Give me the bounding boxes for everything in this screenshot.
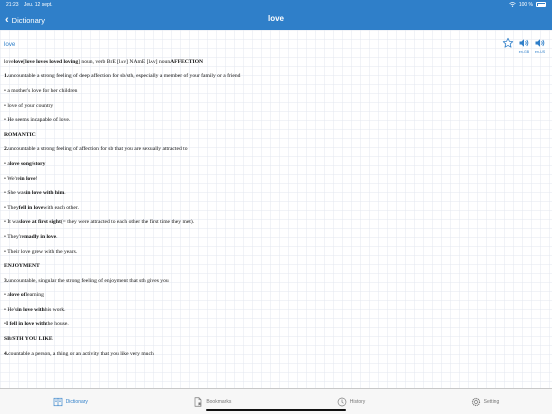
example-bold: love of <box>9 292 26 299</box>
tab-history[interactable]: History <box>337 397 366 407</box>
tab-setting[interactable]: Setting <box>471 397 500 407</box>
example-bold: madly in love <box>24 233 57 240</box>
navigation-bar: ‹ Dictionary love <box>0 9 552 30</box>
tab-dictionary[interactable]: Dictionary <box>53 397 88 407</box>
example-text: • We're <box>4 175 20 182</box>
tab-bookmarks[interactable]: Bookmarks <box>193 396 232 407</box>
example-text: • He seems incapable of love. <box>4 117 71 124</box>
example-text: • They're <box>4 233 25 240</box>
status-bar: 21:23 Jeu. 12 sept. 100 % <box>0 0 552 9</box>
section-heading: ROMANTIC <box>4 128 546 143</box>
status-time: 21:23 <box>6 1 19 8</box>
example: • a love song/story <box>4 157 546 172</box>
status-left: 21:23 Jeu. 12 sept. <box>6 2 57 8</box>
dictionary-entry: love love [love loves loved loving] noun… <box>4 55 546 361</box>
example: • We're in love! <box>4 172 546 187</box>
headword-text: love <box>4 58 14 65</box>
document-bookmark-icon <box>194 396 202 407</box>
example-text: . <box>56 233 58 240</box>
example-bold: love at first sight <box>20 219 61 226</box>
example-text: • a mother's love for her children <box>4 87 78 94</box>
definition-text: countable a person, a thing or an activi… <box>8 350 154 357</box>
example-text: . <box>64 190 66 197</box>
example: • I fell in love with the house. <box>4 318 546 333</box>
word-forms: love loves loved loving <box>25 58 79 65</box>
word-link[interactable]: love <box>4 41 15 48</box>
sense-definition: 2. uncountable a strong feeling of affec… <box>4 143 546 158</box>
tab-history-label: History <box>349 398 366 405</box>
tab-bookmarks-label: Bookmarks <box>206 398 232 405</box>
example-text: (= they were attracted to each other the… <box>60 219 195 226</box>
book-icon <box>53 397 63 406</box>
example: • Their love grew with the years. <box>4 245 546 260</box>
headword-bold: love <box>13 58 24 65</box>
example-text: learning <box>25 292 44 299</box>
example-text: • It was <box>4 219 21 226</box>
gear-icon <box>471 397 480 406</box>
battery-percent: 100 % <box>518 1 533 8</box>
example-bold: in love with <box>17 306 45 313</box>
example: • He's in love with his work. <box>4 303 546 318</box>
star-icon <box>502 37 514 48</box>
status-date: Jeu. 12 sept. <box>23 1 53 8</box>
example-bold: I fell in love with <box>5 321 47 328</box>
speaker-icon <box>535 39 545 47</box>
speak-us-label: en-US <box>534 50 546 54</box>
section-heading-text: SB/STH YOU LIKE <box>4 336 53 343</box>
section-heading-text: ROMANTIC <box>4 131 36 138</box>
example: • She was in love with him. <box>4 186 546 201</box>
section-heading: SB/STH YOU LIKE <box>4 332 546 347</box>
example-text: his work. <box>44 306 66 313</box>
sense-definition: 4. countable a person, a thing or an act… <box>4 347 546 362</box>
speak-us-button[interactable]: en-US <box>534 37 546 54</box>
status-right: 100 % <box>509 2 546 8</box>
example: • They fell in love with each other. <box>4 201 546 216</box>
tab-dictionary-label: Dictionary <box>65 398 88 405</box>
example-text: ! <box>35 175 38 182</box>
example: • It was love at first sight (= they wer… <box>4 216 546 231</box>
example-bold: love song/story <box>9 160 46 167</box>
example: • a love of learning <box>4 289 546 304</box>
example-text: • Their love grew with the years. <box>4 248 78 255</box>
example: • He seems incapable of love. <box>4 113 546 128</box>
section-heading: AFFECTION <box>170 58 204 65</box>
section-heading: ENJOYMENT <box>4 259 546 274</box>
battery-icon <box>536 2 546 7</box>
speak-gb-button[interactable]: en-GB <box>518 37 530 54</box>
example-bold: fell in love <box>18 204 44 211</box>
example-bold: in love with him <box>25 190 65 197</box>
speak-gb-label: en-GB <box>518 50 530 54</box>
example-text: • They <box>4 204 19 211</box>
section-heading-text: ENJOYMENT <box>4 263 40 270</box>
bookmark-star-button[interactable] <box>502 37 514 49</box>
sense-definition: 1. uncountable a strong feeling of deep … <box>4 70 546 85</box>
sense-definition: 3. uncountable, singular the strong feel… <box>4 274 546 289</box>
definition-text: uncountable a strong feeling of deep aff… <box>8 73 241 80</box>
wifi-icon <box>509 2 516 7</box>
example-text: • She was <box>4 190 26 197</box>
example-text: • He's <box>4 306 18 313</box>
example: • a mother's love for her children <box>4 84 546 99</box>
example-text: with each other. <box>43 204 79 211</box>
clock-icon <box>337 397 347 406</box>
word-actions: en-GB en-US <box>502 37 546 54</box>
page-title: love <box>267 14 284 23</box>
pronunciation: ] noun, verb BrE [lʌv] NAmE [lʌv] noun <box>78 58 171 65</box>
definition-text: uncountable a strong feeling of affectio… <box>8 146 188 153</box>
home-indicator[interactable] <box>206 409 346 411</box>
example-bold: in love <box>19 175 36 182</box>
word-header: love en-GB en-US <box>4 37 546 54</box>
example-text: the house. <box>46 321 69 328</box>
example: • love of your country <box>4 99 546 114</box>
definition-text: uncountable, singular the strong feeling… <box>8 277 169 284</box>
entry-headline: love love [love loves loved loving] noun… <box>4 55 546 70</box>
example: • They're madly in love. <box>4 230 546 245</box>
example-text: • love of your country <box>4 102 54 109</box>
speaker-icon <box>519 39 529 47</box>
tab-setting-label: Setting <box>483 398 500 405</box>
